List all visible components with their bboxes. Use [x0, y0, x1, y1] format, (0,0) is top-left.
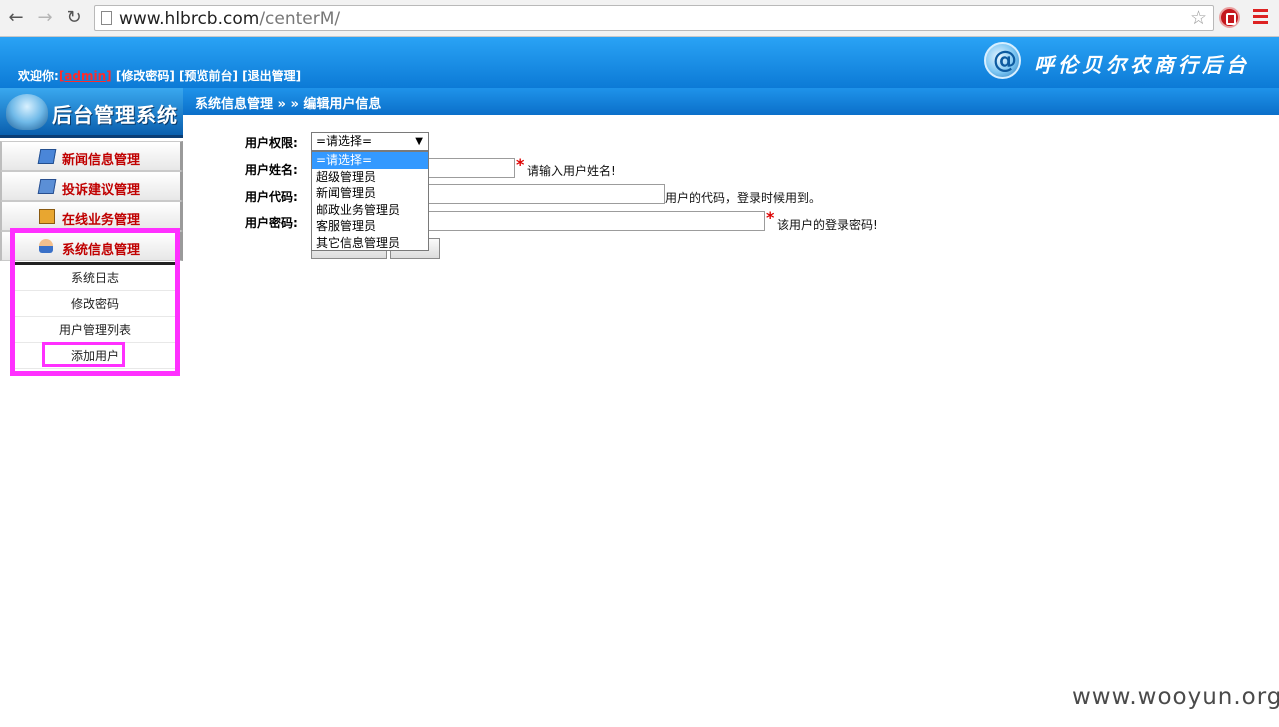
- sidebar-logo: 后台管理系统: [0, 88, 183, 138]
- change-password-link[interactable]: [修改密码]: [116, 69, 175, 83]
- option-super-admin[interactable]: 超级管理员: [312, 169, 428, 186]
- sidebar-item-label: 投诉建议管理: [62, 183, 141, 198]
- option-service-admin[interactable]: 客服管理员: [312, 218, 428, 235]
- complaint-icon: [37, 179, 57, 194]
- name-hint: 请输入用户姓名!: [527, 164, 616, 178]
- page-header: 欢迎你:[admin] [修改密码] [预览前台] [退出管理] 呼伦贝尔农商行…: [0, 37, 1279, 88]
- page-icon: [101, 11, 112, 25]
- browser-toolbar: ← → ↻ www.hlbrcb.com/centerM/ ☆: [0, 0, 1279, 37]
- reload-icon[interactable]: ↻: [62, 6, 86, 30]
- name-label: 用户姓名:: [245, 163, 298, 177]
- option-please-select[interactable]: =请选择=: [312, 152, 428, 169]
- url-text[interactable]: www.hlbrcb.com/centerM/: [119, 9, 340, 29]
- extension-icon[interactable]: [1219, 7, 1240, 28]
- forward-arrow-icon[interactable]: →: [33, 6, 57, 30]
- bookmark-star-icon[interactable]: ☆: [1190, 7, 1207, 29]
- online-business-icon: [39, 209, 55, 224]
- sidebar-title: 后台管理系统: [52, 103, 178, 127]
- sidebar-item-label: 新闻信息管理: [62, 153, 141, 168]
- back-arrow-icon[interactable]: ←: [4, 6, 28, 30]
- logout-link[interactable]: [退出管理]: [242, 69, 301, 83]
- sidebar-item-online-business[interactable]: 在线业务管理: [0, 201, 183, 231]
- octopus-logo-icon: [6, 94, 48, 130]
- bank-logo-icon: [984, 42, 1021, 79]
- code-hint: 用户的代码，登录时候用到。: [665, 191, 822, 205]
- browser-menu-icon[interactable]: [1253, 9, 1268, 25]
- breadcrumb: 系统信息管理 » » 编辑用户信息: [195, 97, 382, 112]
- permission-selected-value: =请选择=: [316, 134, 373, 148]
- address-bar[interactable]: www.hlbrcb.com/centerM/ ☆: [94, 5, 1214, 31]
- permission-dropdown-list: =请选择= 超级管理员 新闻管理员 邮政业务管理员 客服管理员 其它信息管理员: [311, 151, 429, 251]
- option-news-admin[interactable]: 新闻管理员: [312, 185, 428, 202]
- watermark: www.wooyun.org: [1072, 684, 1279, 710]
- password-label: 用户密码:: [245, 216, 298, 230]
- welcome-bar: 欢迎你:[admin] [修改密码] [预览前台] [退出管理]: [18, 69, 302, 83]
- dropdown-arrow-icon: ▼: [415, 136, 423, 147]
- news-icon: [37, 149, 57, 164]
- highlight-box-inner: [42, 342, 125, 367]
- sidebar-item-news[interactable]: 新闻信息管理: [0, 141, 183, 171]
- required-mark: *: [766, 208, 775, 227]
- breadcrumb-bar: 系统信息管理 » » 编辑用户信息: [183, 88, 1279, 115]
- bank-name: 呼伦贝尔农商行后台: [1034, 53, 1250, 77]
- option-other-admin[interactable]: 其它信息管理员: [312, 235, 428, 252]
- sidebar-item-complaints[interactable]: 投诉建议管理: [0, 171, 183, 201]
- option-postal-admin[interactable]: 邮政业务管理员: [312, 202, 428, 219]
- code-label: 用户代码:: [245, 190, 298, 204]
- permission-label: 用户权限:: [245, 136, 298, 150]
- username-link[interactable]: [admin]: [59, 69, 112, 83]
- preview-front-link[interactable]: [预览前台]: [179, 69, 238, 83]
- permission-select[interactable]: =请选择= ▼: [311, 132, 429, 151]
- sidebar-item-label: 在线业务管理: [62, 213, 141, 228]
- password-hint: 该用户的登录密码!: [777, 218, 878, 232]
- required-mark: *: [516, 155, 525, 174]
